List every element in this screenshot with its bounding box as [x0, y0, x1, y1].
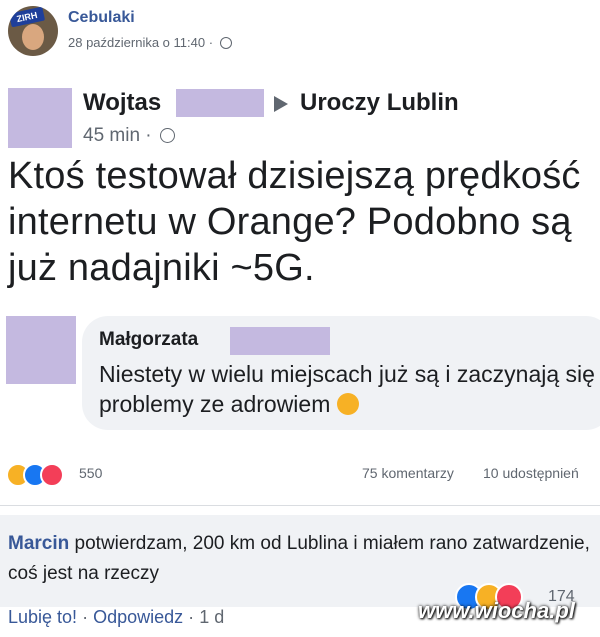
post-date[interactable]: 28 października o 11:40 · [68, 35, 232, 50]
reply-comment: Marcin potwierdzam, 200 km od Lublina i … [8, 529, 593, 589]
like-button[interactable]: Lubię to! [8, 607, 77, 627]
globe-icon [219, 37, 232, 49]
avatar-badge: ZIRH [8, 6, 46, 28]
shares-count[interactable]: 10 udostępnień [483, 465, 579, 481]
post-time-text: 45 min · [83, 125, 152, 146]
reply-author[interactable]: Marcin [8, 533, 69, 554]
post-date-text: 28 października o 11:40 · [68, 35, 214, 50]
comments-count[interactable]: 75 komentarzy [362, 465, 454, 481]
reply-text: potwierdzam, 200 km od Lublina i miałem … [8, 533, 590, 584]
page-avatar[interactable]: ZIRH [8, 6, 58, 56]
reply-actions: Lubię to! · Odpowiedz · 1 d [8, 607, 224, 628]
censored-surname [176, 89, 264, 117]
reactions-count[interactable]: 550 [79, 465, 102, 481]
arrow-right-icon [274, 96, 288, 112]
group-name: Uroczy Lublin [300, 89, 459, 116]
post-text: Ktoś testował dzisiejszą prędkość intern… [8, 155, 581, 289]
censored-comment-surname [230, 327, 330, 355]
watermark: www.wiocha.pl [418, 598, 575, 623]
globe-icon [159, 128, 175, 143]
separator: · [82, 607, 89, 627]
censored-avatar [8, 88, 72, 148]
reply-button[interactable]: Odpowiedz [93, 607, 183, 627]
censored-comment-avatar [6, 316, 76, 384]
sad-emoji-icon [336, 393, 359, 415]
comment-author: Małgorzata [99, 329, 199, 350]
reply-age[interactable]: 1 d [199, 607, 224, 627]
love-icon [40, 463, 64, 487]
divider [0, 505, 600, 506]
post-time: 45 min · [83, 125, 175, 147]
separator: · [188, 607, 195, 627]
page-author-name[interactable]: Cebulaki [68, 9, 135, 27]
comment-text: Niestety w wielu miejscach już są i zacz… [99, 359, 599, 419]
poster-name: Wojtas [83, 89, 162, 116]
avatar-face [22, 24, 44, 50]
